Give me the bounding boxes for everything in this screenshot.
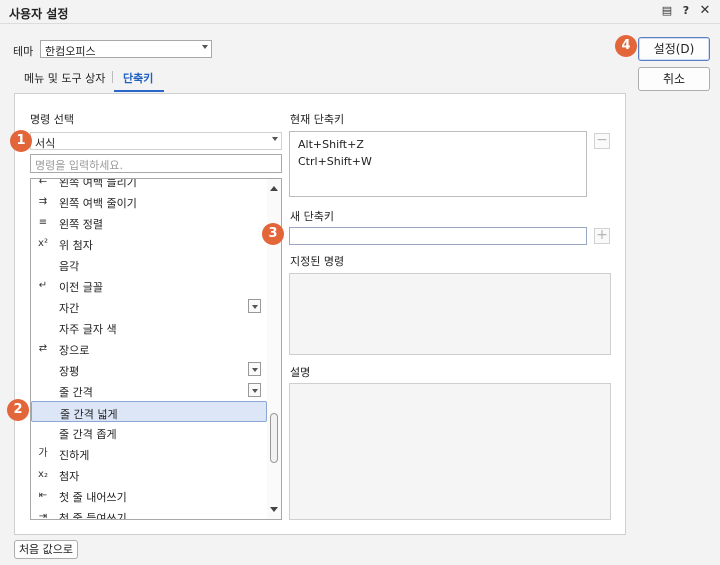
command-label: 첨자	[59, 470, 80, 483]
command-label: 진하게	[59, 449, 90, 462]
command-list-item[interactable]: x₂ 첨자	[31, 464, 267, 485]
title-bar: 사용자 설정 ▤ ? ✕	[0, 0, 720, 24]
theme-label: 테마	[13, 45, 34, 58]
assigned-command-label: 지정된 명령	[290, 255, 345, 268]
new-shortcut-input[interactable]	[289, 227, 587, 245]
command-label: 왼쪽 여백 늘리기	[59, 178, 137, 189]
category-select[interactable]: 서식	[30, 132, 282, 150]
command-list-item[interactable]: ↵ 이전 글꼴	[31, 275, 267, 296]
command-label: 자간	[59, 302, 80, 315]
command-search-input[interactable]: 명령을 입력하세요.	[30, 154, 282, 173]
indent-left-decrease-icon: ⇉	[38, 196, 48, 207]
command-list-item[interactable]: 가 진하게	[31, 443, 267, 464]
active-tab-indicator	[114, 90, 164, 92]
command-label: 첫 줄 내어쓰기	[59, 491, 127, 504]
bold-icon: 가	[38, 448, 48, 459]
command-list-item[interactable]: 음각	[31, 254, 267, 275]
step-badge: 1	[10, 130, 32, 152]
command-list[interactable]: ⇇ 왼쪽 여백 늘리기 ⇉ 왼쪽 여백 줄이기 ≡ 왼쪽 정렬 x² 위 첨자음각 ↵ 이전 글꼴…	[30, 178, 282, 520]
command-dropdown-button[interactable]	[248, 383, 261, 397]
command-label: 왼쪽 정렬	[59, 218, 103, 231]
current-shortcut-label: 현재 단축키	[290, 113, 345, 126]
add-shortcut-button[interactable]: +	[594, 228, 610, 244]
command-select-label: 명령 선택	[30, 113, 74, 126]
command-list-item[interactable]: ⇇ 왼쪽 여백 늘리기	[31, 178, 267, 191]
command-list-item[interactable]: 자간	[31, 296, 267, 317]
command-list-item[interactable]: ⇉ 왼쪽 여백 줄이기	[31, 191, 267, 212]
command-label: 첫 줄 들여쓰기	[59, 512, 127, 520]
current-shortcut-item[interactable]: Ctrl+Shift+W	[298, 153, 372, 170]
command-label: 장으로	[59, 344, 90, 357]
command-dropdown-button[interactable]	[248, 299, 261, 313]
assigned-command-box	[289, 273, 611, 355]
current-shortcut-item[interactable]: Alt+Shift+Z	[298, 136, 364, 153]
command-label: 위 첨자	[59, 239, 93, 252]
close-icon[interactable]: ✕	[698, 4, 712, 18]
command-list-item[interactable]: 줄 간격	[31, 380, 267, 401]
command-list-item[interactable]: ⇤ 첫 줄 내어쓰기	[31, 485, 267, 506]
theme-select[interactable]: 한컴오피스	[40, 40, 212, 58]
scroll-thumb[interactable]	[270, 413, 278, 463]
command-list-item[interactable]: 장평	[31, 359, 267, 380]
tab-menu-toolbox[interactable]: 메뉴 및 도구 상자	[24, 70, 105, 86]
hanging-indent-icon: ⇤	[38, 490, 48, 501]
remove-shortcut-button[interactable]: −	[594, 133, 610, 149]
minus-icon: −	[596, 132, 608, 148]
command-dropdown-button[interactable]	[248, 362, 261, 376]
command-label: 왼쪽 여백 줄이기	[59, 197, 137, 210]
superscript-icon: x²	[38, 238, 48, 249]
plus-icon: +	[596, 227, 608, 243]
to-chapter-icon: ⇄	[38, 343, 48, 354]
subscript-icon: x₂	[38, 469, 48, 480]
command-list-item[interactable]: ⇥ 첫 줄 들여쓰기	[31, 506, 267, 520]
command-label: 줄 간격 좁게	[59, 428, 117, 441]
command-label: 줄 간격 넓게	[60, 408, 118, 421]
command-list-item[interactable]: x² 위 첨자	[31, 233, 267, 254]
command-label: 장평	[59, 365, 80, 378]
window-title: 사용자 설정	[9, 7, 69, 21]
command-list-item[interactable]: ≡ 왼쪽 정렬	[31, 212, 267, 233]
indent-left-increase-icon: ⇇	[38, 178, 48, 186]
scroll-up-icon[interactable]	[270, 186, 278, 191]
tab-separator	[112, 71, 113, 83]
chevron-down-icon	[272, 137, 278, 141]
command-label: 자주 글자 색	[59, 323, 117, 336]
command-list-item[interactable]: 자주 글자 색	[31, 317, 267, 338]
command-list-item[interactable]: 줄 간격 좁게	[31, 422, 267, 443]
step-badge: 4	[615, 35, 637, 57]
command-label: 음각	[59, 260, 80, 273]
tab-shortcuts[interactable]: 단축키	[123, 70, 153, 86]
command-label: 이전 글꼴	[59, 281, 103, 294]
current-shortcut-list[interactable]: Alt+Shift+Z Ctrl+Shift+W	[289, 131, 587, 197]
step-badge: 2	[7, 399, 29, 421]
command-list-item-selected[interactable]: 줄 간격 넓게	[31, 401, 267, 422]
description-box	[289, 383, 611, 520]
step-badge: 3	[262, 223, 284, 245]
reset-defaults-button[interactable]: 처음 값으로	[14, 540, 78, 559]
comment-icon[interactable]: ▤	[660, 4, 674, 18]
previous-font-icon: ↵	[38, 280, 48, 291]
command-search-placeholder: 명령을 입력하세요.	[35, 159, 123, 172]
ok-button[interactable]: 설정(D)	[638, 37, 710, 61]
description-label: 설명	[290, 366, 311, 379]
chevron-down-icon	[202, 45, 208, 49]
first-line-indent-icon: ⇥	[38, 511, 48, 520]
align-left-icon: ≡	[38, 217, 48, 228]
scroll-down-icon[interactable]	[270, 507, 278, 512]
cancel-button[interactable]: 취소	[638, 67, 710, 91]
help-icon[interactable]: ?	[679, 4, 693, 18]
command-list-item[interactable]: ⇄ 장으로	[31, 338, 267, 359]
category-select-value: 서식	[35, 137, 56, 150]
command-label: 줄 간격	[59, 386, 93, 399]
new-shortcut-label: 새 단축키	[290, 210, 334, 223]
theme-select-value: 한컴오피스	[45, 45, 96, 58]
